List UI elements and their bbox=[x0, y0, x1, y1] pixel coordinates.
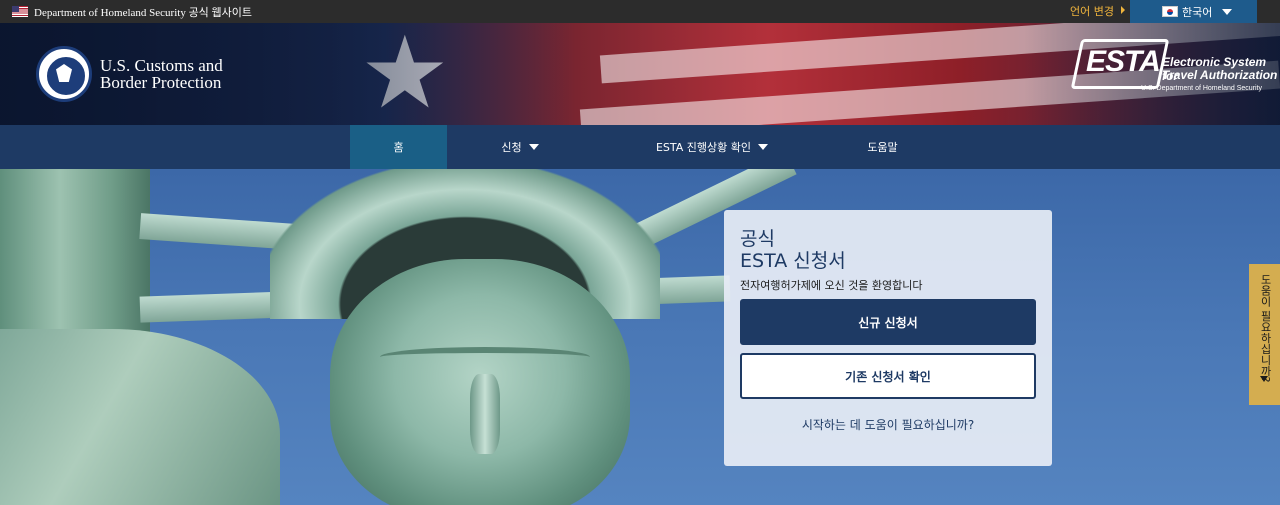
crown-spike bbox=[139, 291, 291, 323]
language-select[interactable]: 한국어 bbox=[1130, 0, 1257, 23]
welcome-text: 전자여행허가제에 오신 것을 환영합니다 bbox=[740, 279, 923, 292]
chevron-down-icon bbox=[758, 144, 769, 150]
agency-name-line1: U.S. Customs and bbox=[100, 56, 223, 75]
nav-apply[interactable]: 신청 bbox=[490, 125, 550, 169]
language-change-link[interactable]: 언어 변경 bbox=[1070, 3, 1114, 19]
nav-home[interactable]: 홈 bbox=[350, 125, 447, 169]
application-card: 공식 ESTA 신청서 전자여행허가제에 오신 것을 환영합니다 신규 신청서 … bbox=[724, 210, 1052, 466]
chevron-right-icon bbox=[1121, 6, 1125, 14]
card-title-line2: ESTA 신청서 bbox=[740, 250, 846, 272]
dhs-seal-logo[interactable] bbox=[36, 46, 92, 102]
korea-flag-icon bbox=[1162, 6, 1178, 17]
nav-check-status-label: ESTA 진행상황 확인 bbox=[655, 141, 752, 154]
caret-down-icon bbox=[1260, 376, 1268, 382]
us-flag-icon bbox=[12, 6, 28, 17]
existing-application-button[interactable]: 기존 신청서 확인 bbox=[740, 353, 1036, 399]
nav-help-label: 도움말 bbox=[867, 141, 898, 154]
nav-help[interactable]: 도움말 bbox=[855, 125, 910, 169]
esta-full-name-line2: Travel Authorization bbox=[1162, 68, 1278, 82]
official-site-text: Department of Homeland Security 공식 웹사이트 bbox=[34, 7, 253, 19]
agency-name[interactable]: U.S. Customs and Border Protection bbox=[100, 57, 280, 91]
agency-name-line2: Border Protection bbox=[100, 73, 222, 92]
new-application-button[interactable]: 신규 신청서 bbox=[740, 299, 1036, 345]
site-header: ★ U.S. Customs and Border Protection EST… bbox=[0, 23, 1280, 125]
official-site-bar: Department of Homeland Security 공식 웹사이트 … bbox=[0, 0, 1280, 23]
main-nav: 홈 신청 ESTA 진행상황 확인 도움말 bbox=[0, 125, 1280, 169]
chevron-down-icon bbox=[1222, 9, 1232, 15]
statue-robe bbox=[0, 329, 280, 505]
language-select-value: 한국어 bbox=[1182, 6, 1213, 19]
side-help-tab[interactable]: 도움이 필요하십니까? bbox=[1249, 264, 1280, 405]
statue-nose bbox=[470, 374, 500, 454]
nav-apply-label: 신청 bbox=[501, 141, 522, 154]
hero-image bbox=[0, 169, 1280, 505]
nav-home-label: 홈 bbox=[393, 141, 404, 154]
statue-brow bbox=[380, 347, 590, 367]
chevron-down-icon bbox=[528, 144, 539, 150]
nav-check-status[interactable]: ESTA 진행상황 확인 bbox=[652, 125, 772, 169]
side-help-label: 도움이 필요하십니까? bbox=[1259, 274, 1272, 383]
esta-logo-text: ESTA bbox=[1086, 45, 1161, 78]
getting-started-help-link[interactable]: 시작하는 데 도움이 필요하십니까? bbox=[724, 416, 1052, 433]
esta-dhs-text: U.S. Department of Homeland Security bbox=[1141, 85, 1262, 92]
